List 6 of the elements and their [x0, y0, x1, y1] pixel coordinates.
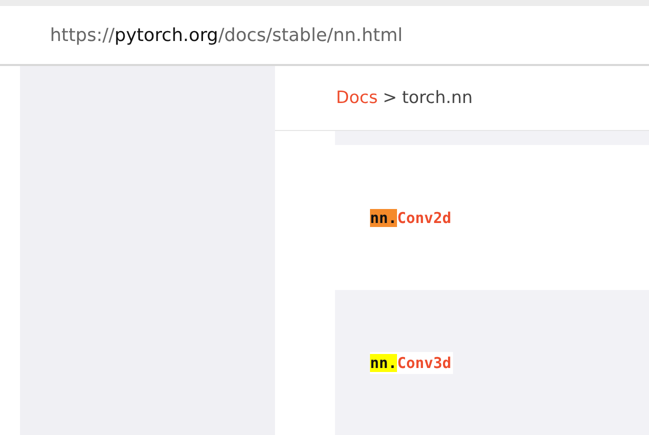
breadcrumb-separator: > [382, 88, 397, 108]
breadcrumb-current: torch.nn [402, 88, 473, 108]
result-link[interactable]: nn.Conv3d [370, 352, 454, 374]
breadcrumb-link[interactable]: Docs [336, 88, 378, 108]
url-text[interactable]: https://pytorch.org/docs/stable/nn.html [50, 24, 403, 46]
result-link[interactable]: nn.Conv2d [370, 206, 454, 228]
